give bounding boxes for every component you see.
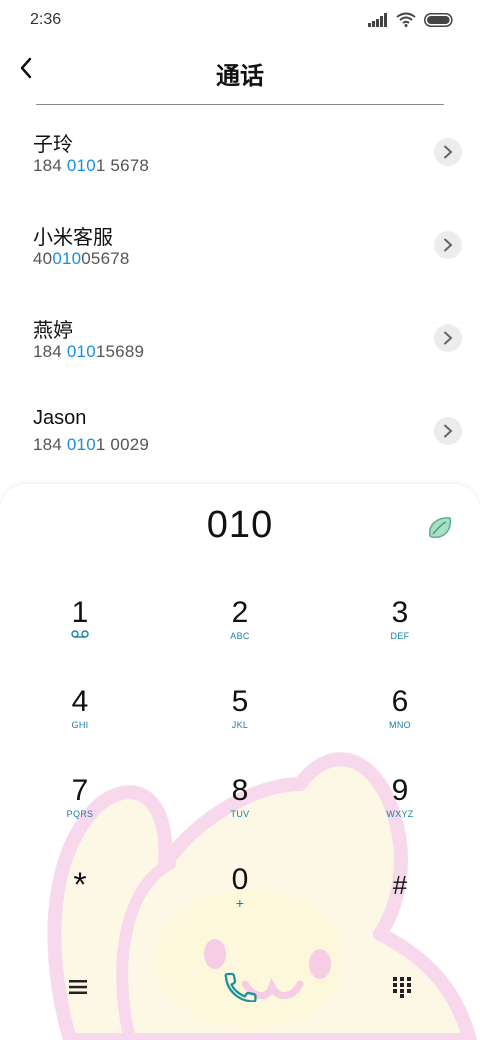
dial-key-0[interactable]: 0 + [180, 863, 300, 943]
contact-detail-button[interactable] [434, 417, 462, 445]
contact-number: 184 0101 5678 [33, 156, 150, 175]
key-digit: 3 [391, 596, 409, 629]
status-bar: 2:36 [0, 0, 480, 40]
dialpad-toggle-button[interactable] [372, 962, 432, 1012]
signal-icon [368, 12, 387, 27]
chevron-right-icon [444, 238, 453, 252]
key-digit: 4 [71, 685, 89, 718]
contact-name: 子玲 [33, 134, 73, 156]
key-letters: DEF [390, 631, 410, 641]
key-letters: WXYZ [386, 809, 414, 819]
dial-key-3[interactable]: 3 DEF [340, 596, 460, 676]
contact-item[interactable]: 子玲 184 0101 5678 [0, 106, 480, 199]
header-divider [36, 104, 444, 105]
contact-name: Jason [33, 407, 87, 429]
contact-name: 小米客服 [33, 227, 113, 249]
leaf-button[interactable] [426, 514, 454, 542]
contact-number: 184 01015689 [33, 342, 145, 361]
contact-detail-button[interactable] [434, 138, 462, 166]
dial-key-8[interactable]: 8 TUV [180, 774, 300, 854]
dial-key-1[interactable]: 1 [20, 596, 140, 676]
dial-key-star[interactable]: * [20, 863, 140, 943]
dial-key-hash[interactable]: # [340, 863, 460, 943]
contact-name: 燕婷 [33, 320, 73, 342]
key-letters: ABC [230, 631, 250, 641]
status-time: 2:36 [30, 11, 62, 28]
chevron-right-icon [444, 145, 453, 159]
key-digit: * [73, 866, 87, 904]
status-icons [368, 12, 454, 27]
key-digit: 5 [231, 685, 249, 718]
dial-number-display: 010 [206, 504, 274, 546]
battery-icon [424, 12, 453, 27]
menu-icon [69, 980, 87, 994]
key-digit: 9 [391, 774, 409, 807]
dial-key-6[interactable]: 6 MNO [340, 685, 460, 765]
key-letters: TUV [230, 809, 250, 819]
key-letters: PQRS [66, 809, 94, 819]
dial-key-4[interactable]: 4 GHI [20, 685, 140, 765]
dialpad: 010 1 2 ABC 3 DEF 4 GHI 5 JKL 6 MNO 7 PQ… [0, 484, 480, 1040]
chevron-right-icon [444, 424, 453, 438]
key-letters: GHI [71, 720, 89, 730]
contact-item[interactable]: Jason 184 0101 0029 [0, 385, 480, 478]
key-digit: # [392, 870, 408, 900]
contact-number: 184 0101 0029 [33, 435, 150, 454]
voicemail-icon [71, 630, 89, 638]
wifi-icon [396, 12, 416, 27]
contact-item[interactable]: 燕婷 184 01015689 [0, 292, 480, 385]
key-letters: + [235, 895, 245, 911]
chevron-right-icon [444, 331, 453, 345]
contact-detail-button[interactable] [434, 231, 462, 259]
key-digit: 0 [231, 863, 249, 896]
call-icon [224, 972, 257, 1002]
contact-number: 4001005678 [33, 249, 130, 268]
key-digit: 6 [391, 685, 409, 718]
contact-list: 子玲 184 0101 5678 小米客服 4001005678 燕婷 184 … [0, 106, 480, 478]
key-letters: JKL [231, 720, 249, 730]
call-button[interactable] [210, 962, 270, 1012]
dialpad-icon [393, 977, 411, 998]
dial-key-7[interactable]: 7 PQRS [20, 774, 140, 854]
key-digit: 1 [71, 596, 89, 629]
key-letters: MNO [389, 720, 411, 730]
key-digit: 8 [231, 774, 249, 807]
contact-detail-button[interactable] [434, 324, 462, 352]
key-digit: 2 [231, 596, 249, 629]
contact-item[interactable]: 小米客服 4001005678 [0, 199, 480, 292]
menu-button[interactable] [48, 962, 108, 1012]
dial-key-2[interactable]: 2 ABC [180, 596, 300, 676]
dial-key-5[interactable]: 5 JKL [180, 685, 300, 765]
page-title: 通话 [216, 63, 264, 90]
header: 通话 [0, 44, 480, 104]
key-digit: 7 [71, 774, 89, 807]
leaf-icon [429, 517, 452, 538]
dial-key-9[interactable]: 9 WXYZ [340, 774, 460, 854]
